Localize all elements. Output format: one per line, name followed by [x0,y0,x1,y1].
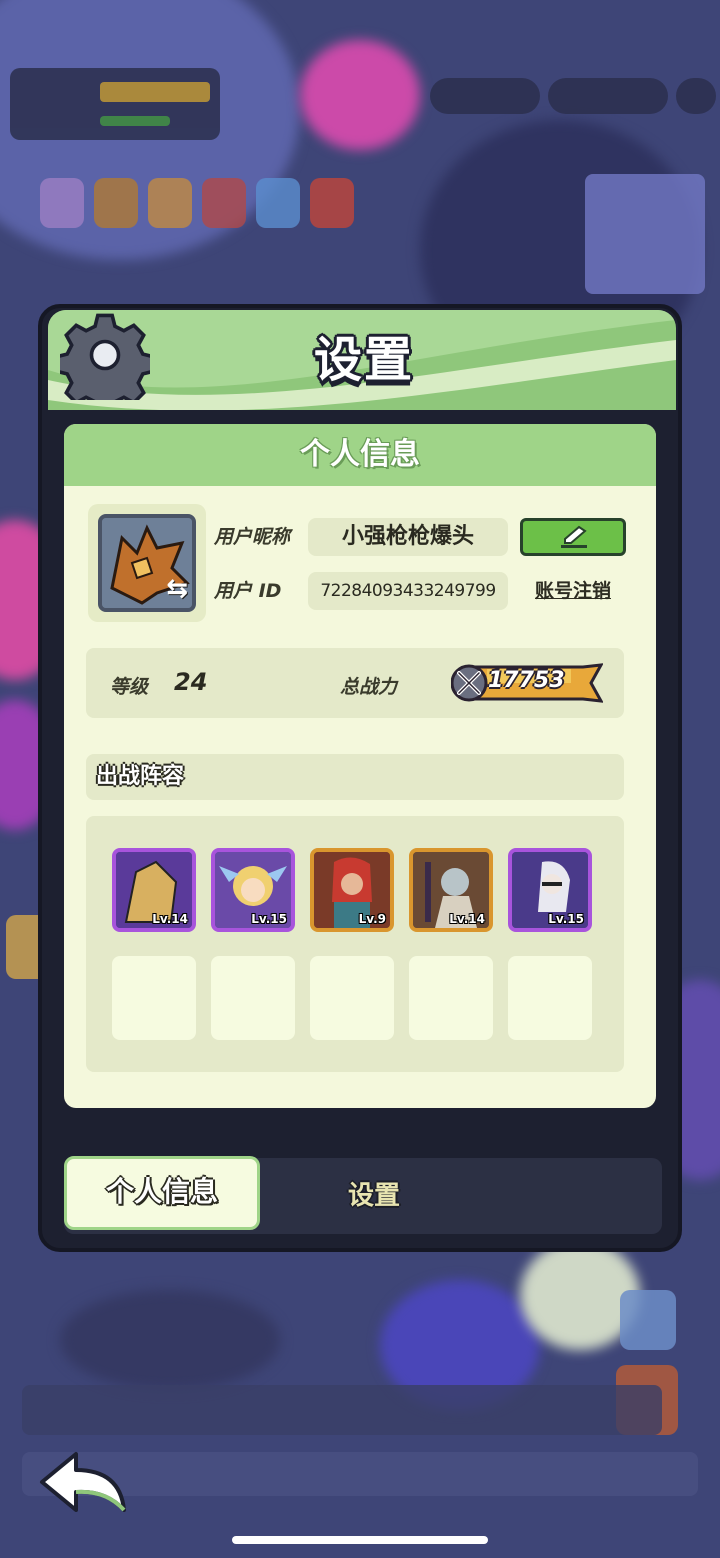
nickname-label: 用户昵称 [214,526,291,548]
tab-profile[interactable]: 个人信息 [64,1156,260,1230]
empty-hero-slot[interactable] [112,956,196,1040]
user-id-label: 用户 ID [214,580,282,602]
hero-card[interactable]: Lv.15 [508,848,592,932]
tab-settings[interactable]: 设置 [304,1158,444,1234]
user-id-value: 72284093433249799 [308,572,508,610]
edit-icon [561,525,587,548]
profile-panel: 个人信息 ⇆ 用户昵称 小强枪枪爆头 用户 ID 722840934332497… [64,424,656,1108]
hero-card[interactable]: Lv.14 [112,848,196,932]
empty-hero-slot[interactable] [211,956,295,1040]
sword-icon [457,671,481,695]
empty-hero-slot[interactable] [508,956,592,1040]
hero-level: Lv.9 [358,912,386,926]
empty-hero-slot[interactable] [409,956,493,1040]
hero-card[interactable]: Lv.15 [211,848,295,932]
empty-hero-slot[interactable] [310,956,394,1040]
back-arrow-icon[interactable] [36,1448,132,1520]
power-label: 总战力 [340,676,398,698]
hero-card[interactable]: Lv.9 [310,848,394,932]
edit-nickname-button[interactable] [520,518,626,556]
hero-level: Lv.14 [449,912,485,926]
level-value: 24 [174,668,208,696]
stats-row: 等级 24 总战力 17753 [86,648,624,718]
gear-icon [60,313,150,400]
power-value: 17753 [488,668,565,693]
cancel-account-link[interactable]: 账号注销 [520,576,626,603]
avatar[interactable]: ⇆ [98,514,196,612]
level-label: 等级 [110,676,149,698]
settings-dialog: 设置 个人信息 ⇆ 用户昵称 小强枪枪爆头 用户 ID 722840934332… [38,304,682,1252]
swap-icon[interactable]: ⇆ [166,574,188,604]
side-icon [620,1290,676,1350]
gold-resource [548,78,668,114]
player-topbar [10,68,220,140]
gem-resource [430,78,540,114]
minimap [585,174,705,294]
home-indicator[interactable] [232,1536,488,1544]
hero-level: Lv.15 [251,912,287,926]
profile-section-title: 个人信息 [64,424,656,486]
nickname-field: 小强枪枪爆头 [308,518,508,556]
avatar-frame[interactable]: ⇆ [88,504,206,622]
hero-level: Lv.15 [548,912,584,926]
lineup-grid: Lv.14 Lv.15 Lv.9 Lv.14 Lv.15 [86,816,624,1072]
hero-card[interactable]: Lv.14 [409,848,493,932]
building-shortcuts [40,178,370,238]
hero-level: Lv.14 [152,912,188,926]
resource-extra [676,78,716,114]
lineup-title: 出战阵容 [86,754,624,800]
dialog-tabs: 个人信息 设置 [64,1156,662,1234]
chat-bar [22,1385,662,1435]
